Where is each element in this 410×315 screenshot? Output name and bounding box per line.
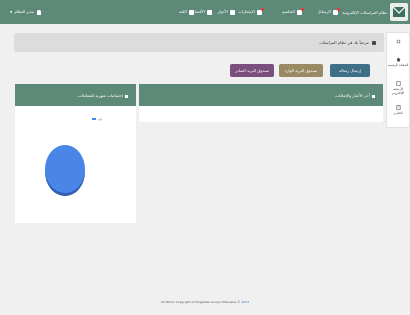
- chevron-down-icon: ▼: [10, 10, 13, 14]
- system-name: نظام المراسلات الإلكترونية: [342, 10, 387, 15]
- reports-icon: [396, 105, 401, 110]
- nav-notifications[interactable]: الإشعارات: [238, 7, 264, 15]
- sidebar-item-reports[interactable]: التقارير: [387, 105, 409, 115]
- nav-circulars-label: التعاميم: [282, 9, 295, 14]
- notification-badge: [261, 7, 264, 11]
- inbox-button[interactable]: صندوق البريد الوارد: [279, 64, 323, 77]
- nav-language[interactable]: اللغة: [179, 9, 194, 15]
- footer: All Works Copyright of Mugeetee Group Ot…: [0, 300, 410, 304]
- nav-notifications-label: الإشعارات: [238, 9, 255, 14]
- roles-icon: [230, 9, 235, 15]
- envelope-icon: [333, 7, 340, 15]
- building-icon: [207, 9, 212, 15]
- footer-link[interactable]: 2024: [241, 300, 249, 304]
- pie-slice[interactable]: [45, 145, 85, 193]
- send-message-button[interactable]: إرسال رسالة: [330, 64, 370, 77]
- user-name: مدير النظام: [14, 9, 34, 14]
- sent-mail-button[interactable]: صندوق البريد الصادر: [230, 64, 274, 77]
- top-navbar: نظام المراسلات الإلكترونية الرسائل التعا…: [0, 0, 410, 24]
- notification-badge: [337, 7, 340, 11]
- nav-messages-label: الرسائل: [317, 9, 331, 14]
- notification-badge: [301, 7, 304, 11]
- document-icon: [297, 7, 304, 15]
- welcome-bar: مرحباً بك في نظام المراسلات: [14, 33, 384, 52]
- app-logo[interactable]: [390, 3, 408, 21]
- news-panel-header: آخر الأخبار والإعلانات: [139, 84, 383, 106]
- user-icon: [37, 9, 42, 15]
- sidebar-item-label: الأرشيف الإلكتروني: [391, 87, 405, 95]
- nav-departments[interactable]: الأقسام: [192, 9, 212, 15]
- chart-icon: [125, 94, 128, 98]
- archive-icon: [396, 81, 401, 86]
- sidebar-item-archive[interactable]: الأرشيف الإلكتروني: [387, 81, 409, 95]
- chat-icon: [372, 41, 376, 45]
- user-menu[interactable]: ▼ مدير النظام: [10, 9, 42, 15]
- home-icon: [396, 57, 400, 62]
- chart-legend: وارد: [92, 118, 102, 121]
- news-panel-title: آخر الأخبار والإعلانات: [334, 93, 370, 98]
- news-panel-body: [139, 106, 383, 122]
- nav-messages[interactable]: الرسائل: [317, 7, 340, 15]
- welcome-text: مرحباً بك في نظام المراسلات: [319, 40, 376, 45]
- footer-text: All Works Copyright of Mugeetee Group Ot…: [160, 300, 241, 304]
- bell-icon: [257, 7, 264, 15]
- sidebar-item-label: الصفحة الرئيسية: [387, 63, 409, 67]
- nav-roles-label: الأدوار: [217, 9, 228, 14]
- nav-language-label: اللغة: [178, 9, 187, 14]
- language-icon: [189, 9, 194, 15]
- pie-chart: [45, 145, 85, 196]
- sidebar-item-home[interactable]: الصفحة الرئيسية: [387, 57, 409, 67]
- stats-panel-header: إحصائيات شهرية للمعاملات: [15, 84, 136, 106]
- sidebar-item-toggle[interactable]: [387, 39, 409, 45]
- circle-icon: [396, 39, 400, 44]
- nav-departments-label: الأقسام: [192, 9, 205, 14]
- legend-label: وارد: [97, 118, 103, 121]
- legend-swatch: [92, 118, 96, 120]
- nav-roles[interactable]: الأدوار: [218, 9, 235, 15]
- stats-panel-body: وارد: [15, 106, 136, 223]
- sidebar: الصفحة الرئيسية الأرشيف الإلكتروني التقا…: [386, 32, 410, 128]
- sidebar-item-label: التقارير: [393, 111, 403, 115]
- bullhorn-icon: [372, 94, 375, 98]
- logo-icon: [392, 6, 406, 17]
- stats-panel-title: إحصائيات شهرية للمعاملات: [77, 93, 123, 98]
- welcome-label: مرحباً بك في نظام المراسلات: [319, 40, 369, 45]
- nav-circulars[interactable]: التعاميم: [282, 7, 304, 15]
